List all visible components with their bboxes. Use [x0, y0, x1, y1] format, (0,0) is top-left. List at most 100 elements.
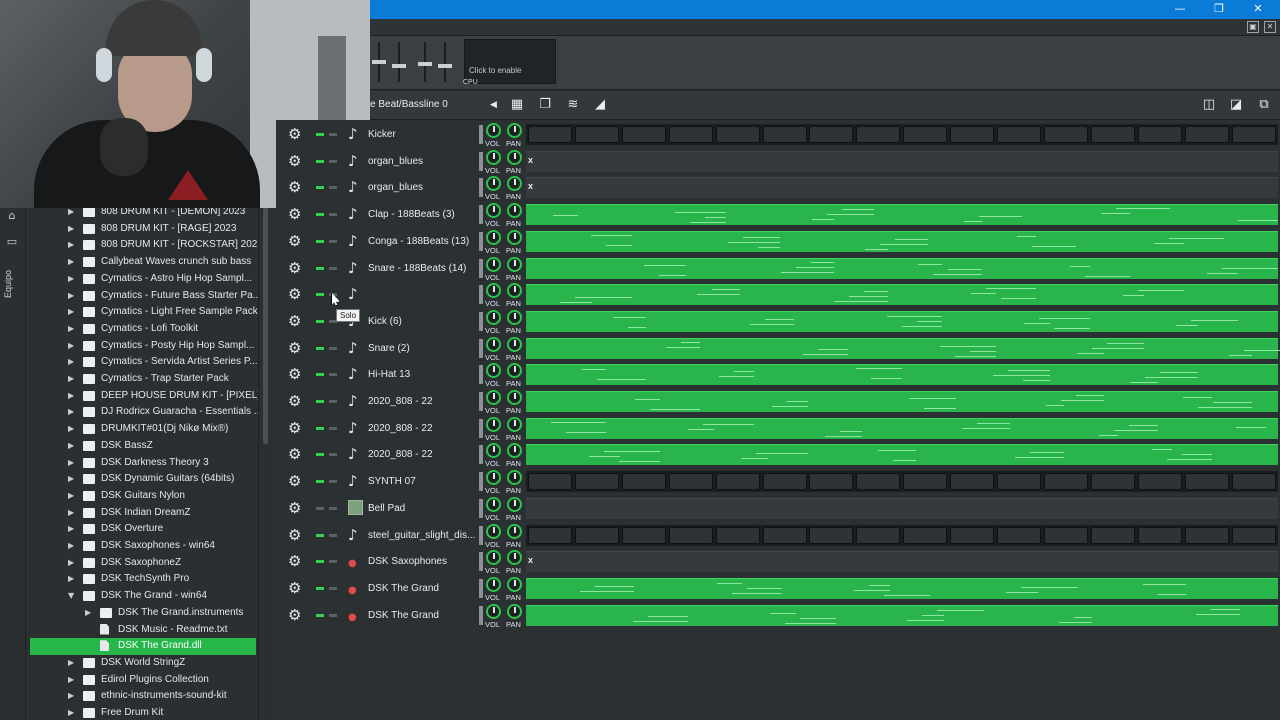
- solo-toggle[interactable]: [329, 239, 337, 243]
- music-note-icon[interactable]: ♪: [348, 152, 358, 170]
- channel-name[interactable]: Bell Pad: [368, 503, 405, 514]
- tempo-fader[interactable]: [418, 42, 432, 82]
- step-button[interactable]: [903, 473, 948, 491]
- chevron-right-icon[interactable]: ▶: [68, 271, 78, 287]
- vol-knob[interactable]: [486, 363, 501, 379]
- solo-toggle[interactable]: [329, 346, 337, 350]
- browser-folder-item[interactable]: ▶ Cymatics - Future Bass Starter Pa...: [30, 288, 258, 305]
- chevron-right-icon[interactable]: ▶: [68, 705, 78, 720]
- pan-knob[interactable]: [507, 123, 522, 138]
- step-button[interactable]: [1137, 473, 1182, 491]
- pattern-clip[interactable]: [526, 364, 1278, 386]
- vol-knob[interactable]: [486, 229, 501, 245]
- plugin-icon[interactable]: ●: [348, 555, 357, 573]
- vol-knob[interactable]: [486, 496, 501, 512]
- music-note-icon[interactable]: ♪: [348, 178, 358, 196]
- chevron-right-icon[interactable]: ▶: [85, 605, 95, 621]
- pan-knob[interactable]: [507, 363, 522, 379]
- step-button[interactable]: [574, 126, 619, 143]
- browser-folder-item[interactable]: ▶ Cymatics - Light Free Sample Pack: [30, 304, 258, 321]
- pattern-clip[interactable]: [526, 444, 1278, 466]
- vol-knob[interactable]: [486, 390, 501, 405]
- step-button[interactable]: [950, 126, 995, 143]
- gear-icon[interactable]: ⚙: [288, 179, 301, 195]
- pattern-clip[interactable]: [526, 524, 1278, 546]
- solo-toggle[interactable]: [329, 586, 337, 590]
- chevron-right-icon[interactable]: ▶: [68, 521, 78, 537]
- step-button[interactable]: [950, 526, 995, 544]
- browser-folder-item[interactable]: ▶ DSK World StringZ: [30, 655, 256, 672]
- step-button[interactable]: [1043, 526, 1088, 544]
- gear-icon[interactable]: ⚙: [288, 607, 301, 623]
- gear-icon[interactable]: ⚙: [288, 153, 301, 169]
- gear-icon[interactable]: ⚙: [288, 527, 301, 543]
- channel-name[interactable]: Hi-Hat 13: [368, 369, 410, 380]
- browser-folder-item[interactable]: ▶ DSK Saxophones - win64: [30, 538, 256, 555]
- chevron-right-icon[interactable]: ▶: [68, 672, 78, 688]
- chevron-right-icon[interactable]: ▶: [68, 254, 78, 270]
- chevron-right-icon[interactable]: ▶: [68, 488, 78, 504]
- mute-toggle[interactable]: [316, 613, 324, 617]
- channel-name[interactable]: Snare - 188Beats (14): [368, 263, 466, 274]
- mute-toggle[interactable]: [316, 586, 324, 590]
- browser-folder-item[interactable]: ▶ Cymatics - Lofi Toolkit: [30, 321, 256, 338]
- solo-toggle[interactable]: [329, 373, 337, 377]
- chevron-right-icon[interactable]: ▶: [68, 538, 78, 554]
- pan-knob[interactable]: [507, 496, 522, 512]
- gear-icon[interactable]: ⚙: [288, 580, 301, 596]
- solo-toggle[interactable]: [329, 186, 337, 190]
- pan-knob[interactable]: [507, 309, 522, 325]
- browser-folder-item[interactable]: ▶ DSK Overture: [30, 521, 256, 538]
- mute-toggle[interactable]: [316, 346, 324, 350]
- step-button[interactable]: [1231, 126, 1276, 143]
- step-button[interactable]: [997, 526, 1041, 544]
- chevron-right-icon[interactable]: ▶: [68, 354, 78, 370]
- minimize-button[interactable]: —: [1171, 2, 1189, 15]
- pan-knob[interactable]: [507, 470, 522, 486]
- gear-icon[interactable]: ⚙: [288, 366, 301, 382]
- pan-knob[interactable]: [507, 603, 522, 619]
- gear-icon[interactable]: ⚙: [288, 260, 301, 276]
- prev-pattern-icon[interactable]: ◀: [490, 99, 497, 110]
- step-button[interactable]: [762, 526, 807, 544]
- master-volume-fader[interactable]: [372, 42, 386, 82]
- mute-toggle[interactable]: [316, 213, 324, 217]
- inner-restore-button[interactable]: ▣: [1247, 21, 1259, 33]
- mute-toggle[interactable]: [316, 453, 324, 457]
- pattern-clip[interactable]: [526, 604, 1278, 626]
- solo-toggle[interactable]: [329, 266, 337, 270]
- chevron-right-icon[interactable]: ▶: [68, 421, 78, 437]
- vol-knob[interactable]: [486, 176, 501, 192]
- step-button[interactable]: [668, 473, 713, 491]
- step-button[interactable]: [528, 526, 572, 544]
- chevron-right-icon[interactable]: ▶: [68, 655, 78, 671]
- pan-knob[interactable]: [507, 576, 522, 592]
- step-button[interactable]: [1090, 126, 1135, 143]
- step-button[interactable]: [1184, 126, 1229, 143]
- vol-knob[interactable]: [486, 416, 501, 432]
- step-button[interactable]: [856, 526, 901, 544]
- browser-folder-item[interactable]: ▶ 808 DRUM KIT - [RAGE] 2023: [30, 221, 256, 238]
- chevron-right-icon[interactable]: ▶: [68, 505, 78, 521]
- chevron-right-icon[interactable]: ▶: [68, 455, 78, 471]
- chevron-right-icon[interactable]: ▶: [68, 555, 78, 571]
- browser-folder-item[interactable]: ▶ DEEP HOUSE DRUM KIT - [PIXEL]...: [30, 388, 258, 405]
- music-note-icon[interactable]: ♪: [348, 526, 358, 544]
- pattern-clip[interactable]: [526, 204, 1278, 226]
- pattern-clip[interactable]: [526, 257, 1278, 279]
- step-button[interactable]: [715, 126, 760, 143]
- gear-icon[interactable]: ⚙: [288, 500, 301, 516]
- vol-knob[interactable]: [486, 309, 501, 325]
- channel-name[interactable]: 2020_808 - 22: [368, 449, 433, 460]
- vol-knob[interactable]: [486, 256, 501, 272]
- step-button[interactable]: [1043, 473, 1088, 491]
- mute-toggle[interactable]: [316, 426, 324, 430]
- music-note-icon[interactable]: ♪: [348, 339, 358, 357]
- pattern-clip[interactable]: [526, 497, 1278, 519]
- step-button[interactable]: [621, 126, 666, 143]
- channel-name[interactable]: DSK The Grand: [368, 583, 439, 594]
- gear-icon[interactable]: ⚙: [288, 473, 301, 489]
- pan-knob[interactable]: [507, 256, 522, 272]
- waveform-icon[interactable]: ≋: [563, 96, 583, 114]
- music-note-icon[interactable]: ♪: [348, 392, 358, 410]
